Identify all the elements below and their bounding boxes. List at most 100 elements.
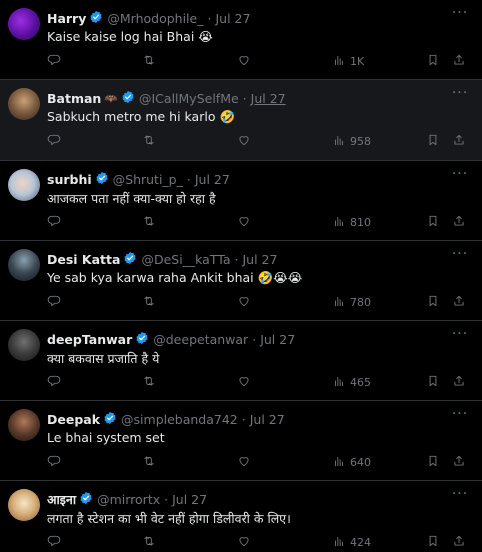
views-button[interactable]: 424: [332, 534, 371, 550]
author-handle[interactable]: @Mrhodophile_: [107, 11, 203, 26]
tweet[interactable]: surbhi @Shruti_p_ · Jul 27 ··· आजकल पता …: [0, 161, 482, 241]
author-name[interactable]: Batman: [47, 91, 101, 106]
avatar[interactable]: [8, 489, 40, 521]
retweet-button[interactable]: [142, 214, 156, 230]
tweet-date[interactable]: Jul 27: [242, 252, 277, 267]
author-name[interactable]: surbhi: [47, 172, 92, 187]
bookmark-button[interactable]: [426, 454, 440, 470]
reply-button[interactable]: [47, 53, 61, 69]
share-button[interactable]: [452, 53, 466, 69]
bookmark-button[interactable]: [426, 214, 440, 230]
author-handle[interactable]: @deepetanwar: [153, 332, 248, 347]
bookmark-button[interactable]: [426, 133, 440, 149]
tweet[interactable]: Batman 🦇 @ICallMySelfMe · Jul 27 ··· Sab…: [0, 80, 482, 161]
retweet-button[interactable]: [142, 534, 156, 550]
views-icon: [332, 454, 346, 471]
author-name[interactable]: आइना: [47, 491, 76, 508]
avatar[interactable]: [8, 88, 40, 120]
bat-emoji: 🦇: [104, 91, 118, 105]
views-button[interactable]: 810: [332, 214, 371, 230]
views-icon: [332, 214, 346, 231]
like-button[interactable]: [237, 53, 251, 69]
views-button[interactable]: 1K: [332, 53, 364, 69]
avatar[interactable]: [8, 249, 40, 281]
share-button[interactable]: [452, 133, 466, 149]
more-icon[interactable]: ···: [450, 407, 470, 423]
author-handle[interactable]: @DeSi__kaTTa: [141, 252, 230, 267]
retweet-icon: [142, 53, 156, 70]
more-icon[interactable]: ···: [450, 327, 470, 343]
author-handle[interactable]: @mirrortx: [97, 492, 160, 507]
views-button[interactable]: 958: [332, 133, 371, 149]
author-handle[interactable]: @simplebanda742: [121, 412, 238, 427]
author-name[interactable]: deepTanwar: [47, 332, 132, 347]
share-button[interactable]: [452, 534, 466, 550]
avatar[interactable]: [8, 329, 40, 361]
share-button[interactable]: [452, 294, 466, 310]
retweet-button[interactable]: [142, 53, 156, 69]
like-button[interactable]: [237, 534, 251, 550]
tweet[interactable]: Desi Katta @DeSi__kaTTa · Jul 27 ··· Ye …: [0, 241, 482, 321]
more-icon[interactable]: ···: [450, 167, 470, 183]
author-handle[interactable]: @ICallMySelfMe: [139, 91, 239, 106]
views-count: 810: [350, 215, 371, 229]
like-button[interactable]: [237, 214, 251, 230]
more-icon[interactable]: ···: [450, 86, 470, 102]
views-count: 958: [350, 134, 371, 148]
reply-button[interactable]: [47, 534, 61, 550]
like-button[interactable]: [237, 454, 251, 470]
tweet-date[interactable]: Jul 27: [195, 172, 230, 187]
views-icon: [332, 534, 346, 551]
reply-icon: [47, 534, 61, 551]
tweet-header: deepTanwar @deepetanwar · Jul 27: [47, 330, 295, 348]
more-icon[interactable]: ···: [450, 247, 470, 263]
verified-badge-icon: [92, 171, 109, 188]
tweet[interactable]: Harry @Mrhodophile_ · Jul 27 ··· Kaise k…: [0, 0, 482, 80]
avatar[interactable]: [8, 409, 40, 441]
reply-button[interactable]: [47, 454, 61, 470]
more-icon[interactable]: ···: [450, 6, 470, 22]
retweet-button[interactable]: [142, 374, 156, 390]
reply-button[interactable]: [47, 133, 61, 149]
reply-button[interactable]: [47, 214, 61, 230]
tweet[interactable]: deepTanwar @deepetanwar · Jul 27 ··· क्य…: [0, 321, 482, 401]
tweet[interactable]: आइना @mirrortx · Jul 27 ··· लगता है स्टे…: [0, 481, 482, 552]
tweet[interactable]: Deepak @simplebanda742 · Jul 27 ··· Le b…: [0, 401, 482, 481]
author-handle[interactable]: @Shruti_p_: [113, 172, 183, 187]
bookmark-button[interactable]: [426, 374, 440, 390]
avatar[interactable]: [8, 169, 40, 201]
author-name[interactable]: Harry: [47, 11, 86, 26]
bookmark-button[interactable]: [426, 294, 440, 310]
views-button[interactable]: 465: [332, 374, 371, 390]
bookmark-button[interactable]: [426, 53, 440, 69]
retweet-button[interactable]: [142, 294, 156, 310]
tweet-date[interactable]: Jul 27: [250, 412, 285, 427]
bookmark-button[interactable]: [426, 534, 440, 550]
retweet-button[interactable]: [142, 133, 156, 149]
views-button[interactable]: 640: [332, 454, 371, 470]
retweet-button[interactable]: [142, 454, 156, 470]
reply-button[interactable]: [47, 374, 61, 390]
like-button[interactable]: [237, 294, 251, 310]
views-icon: [332, 374, 346, 391]
tweet-date[interactable]: Jul 27: [251, 91, 286, 106]
tweet-date[interactable]: Jul 27: [172, 492, 207, 507]
share-button[interactable]: [452, 214, 466, 230]
share-button[interactable]: [452, 454, 466, 470]
like-button[interactable]: [237, 133, 251, 149]
views-button[interactable]: 780: [332, 294, 371, 310]
tweet-date[interactable]: Jul 27: [260, 332, 295, 347]
like-icon: [237, 374, 251, 391]
like-button[interactable]: [237, 374, 251, 390]
avatar[interactable]: [8, 8, 40, 40]
tweet-date[interactable]: Jul 27: [215, 11, 250, 26]
share-icon: [452, 294, 466, 311]
more-icon[interactable]: ···: [450, 487, 470, 503]
separator-dot: ·: [207, 10, 212, 26]
author-name[interactable]: Deepak: [47, 412, 100, 427]
separator-dot: ·: [186, 171, 191, 187]
author-name[interactable]: Desi Katta: [47, 252, 120, 267]
share-button[interactable]: [452, 374, 466, 390]
tweet-text: Ye sab kya karwa raha Ankit bhai 🤣😭😭: [47, 270, 303, 285]
reply-button[interactable]: [47, 294, 61, 310]
